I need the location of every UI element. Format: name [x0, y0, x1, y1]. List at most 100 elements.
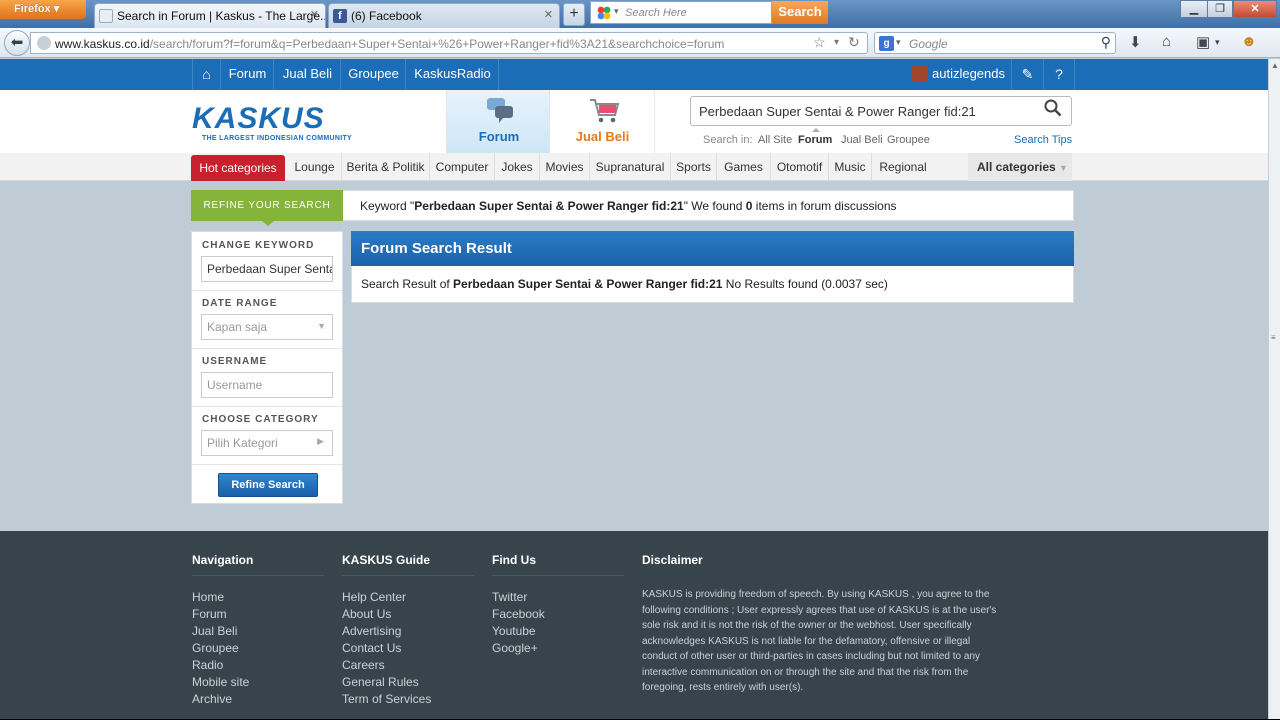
nav-forum[interactable]: Forum	[222, 59, 274, 90]
colorful-search-logo-icon	[596, 5, 612, 21]
footer-link-twitter[interactable]: Twitter	[492, 590, 527, 604]
nav-groupee[interactable]: Groupee	[342, 59, 406, 90]
footer-link-help-center[interactable]: Help Center	[342, 590, 406, 604]
footer-link-google-plus[interactable]: Google+	[492, 641, 538, 655]
toolbar-search-input[interactable]: ▾ Search Here	[590, 1, 772, 24]
maximize-window-button[interactable]: ❐	[1207, 0, 1233, 18]
footer-link-jual-beli[interactable]: Jual Beli	[192, 624, 237, 638]
tab-title: (6) Facebook	[351, 9, 422, 23]
user-avatar[interactable]	[912, 66, 928, 82]
search-option-jual-beli[interactable]: Jual Beli	[841, 134, 883, 146]
category-supranatural[interactable]: Supranatural	[590, 153, 671, 181]
edit-pencil-icon[interactable]: ✎	[1011, 59, 1043, 90]
footer-link-facebook[interactable]: Facebook	[492, 607, 545, 621]
history-dropdown-icon[interactable]: ▾	[834, 37, 839, 48]
category-otomotif[interactable]: Otomotif	[771, 153, 829, 181]
result-prefix: Search Result of	[361, 277, 454, 291]
refine-search-button[interactable]: Refine Search	[218, 473, 318, 497]
category-regional[interactable]: Regional	[872, 153, 934, 181]
home-icon[interactable]: ⌂	[1162, 33, 1171, 50]
category-music[interactable]: Music	[829, 153, 872, 181]
forum-chat-icon	[485, 96, 515, 124]
hot-categories-tab[interactable]: Hot categories	[191, 155, 285, 181]
username-input[interactable]: Username	[201, 372, 333, 398]
footer-findus-title: Find Us	[492, 553, 536, 567]
header-tab-forum[interactable]: Forum	[446, 90, 550, 153]
footer-link-advertising[interactable]: Advertising	[342, 624, 401, 638]
search-option-all-site[interactable]: All Site	[758, 134, 792, 146]
footer-link-contact-us[interactable]: Contact Us	[342, 641, 401, 655]
category-games[interactable]: Games	[717, 153, 771, 181]
help-icon[interactable]: ?	[1043, 59, 1075, 90]
firefox-menu-button[interactable]: Firefox ▾	[0, 0, 86, 19]
dropdown-arrow-icon: ▾	[614, 6, 619, 16]
footer-link-term-of-services[interactable]: Term of Services	[342, 692, 431, 706]
magnifier-icon[interactable]: ⚲	[1101, 34, 1111, 51]
category-sports[interactable]: Sports	[671, 153, 717, 181]
firefox-menu-label: Firefox	[14, 3, 51, 15]
nav-kaskusradio[interactable]: KaskusRadio	[407, 59, 499, 90]
divider	[192, 464, 342, 465]
search-option-forum[interactable]: Forum	[798, 134, 832, 146]
all-categories-dropdown[interactable]: All categories ▼	[968, 153, 1072, 181]
refine-your-search-label: REFINE YOUR SEARCH	[191, 190, 343, 221]
download-icon[interactable]: ⬇	[1129, 33, 1142, 51]
kaskus-logo[interactable]: KASKUS	[192, 102, 325, 136]
close-tab-icon[interactable]: ✕	[310, 8, 319, 21]
footer-link-careers[interactable]: Careers	[342, 658, 385, 672]
footer-link-groupee[interactable]: Groupee	[192, 641, 239, 655]
home-nav-button[interactable]: ⌂	[192, 59, 221, 90]
minimize-window-button[interactable]: ▁	[1180, 0, 1208, 18]
footer-link-general-rules[interactable]: General Rules	[342, 675, 419, 689]
footer-guide-title: KASKUS Guide	[342, 553, 431, 567]
facebook-favicon-icon: f	[333, 9, 347, 23]
browser-tab-facebook[interactable]: f (6) Facebook ✕	[328, 3, 560, 28]
reload-icon[interactable]: ↻	[848, 34, 860, 51]
result-query: Perbedaan Super Sentai & Power Ranger fi…	[453, 277, 723, 291]
engine-search-input[interactable]: g ▾ Google ⚲	[874, 32, 1116, 54]
category-lounge[interactable]: Lounge	[288, 153, 342, 181]
nav-jual-beli[interactable]: Jual Beli	[275, 59, 341, 90]
kaskus-header: KASKUS THE LARGEST INDONESIAN COMMUNITY …	[0, 90, 1268, 153]
disclaimer-text: KASKUS is providing freedom of speech. B…	[642, 589, 997, 693]
footer-link-radio[interactable]: Radio	[192, 658, 223, 672]
category-berita-politik[interactable]: Berita & Politik	[342, 153, 430, 181]
toolbar-search-button[interactable]: Search	[772, 1, 828, 24]
search-icon[interactable]	[1044, 99, 1062, 122]
bookmark-star-icon[interactable]: ☆	[813, 34, 826, 51]
back-button[interactable]: ⬅	[4, 30, 30, 56]
header-tab-jual-beli[interactable]: Jual Beli	[550, 90, 655, 153]
footer-link-mobile-site[interactable]: Mobile site	[192, 675, 249, 689]
scroll-up-arrow-icon[interactable]: ▲	[1271, 61, 1279, 70]
divider	[492, 575, 624, 576]
category-jokes[interactable]: Jokes	[495, 153, 540, 181]
back-arrow-icon: ⬅	[10, 34, 24, 51]
new-tab-button[interactable]: +	[563, 3, 585, 26]
bookmarks-icon[interactable]: ▣	[1196, 33, 1210, 51]
change-keyword-input[interactable]: Perbedaan Super Sentai & Power Ranger fi…	[201, 256, 333, 282]
keyword-mid: " We found	[683, 199, 746, 213]
category-computer[interactable]: Computer	[430, 153, 495, 181]
scroll-grip-icon[interactable]: ≡	[1271, 333, 1276, 342]
choose-category-select[interactable]: Pilih Kategori ▶	[201, 430, 333, 456]
choose-category-label: CHOOSE CATEGORY	[202, 414, 319, 425]
close-window-button[interactable]: ✕	[1233, 0, 1277, 18]
site-search-input[interactable]: Perbedaan Super Sentai & Power Ranger fi…	[690, 96, 1072, 126]
browser-tab-kaskus[interactable]: Search in Forum | Kaskus - The Large... …	[94, 3, 326, 28]
dropdown-arrow-icon[interactable]: ▾	[1215, 37, 1220, 48]
footer-link-home[interactable]: Home	[192, 590, 224, 604]
footer-link-archive[interactable]: Archive	[192, 692, 232, 706]
search-option-groupee[interactable]: Groupee	[887, 134, 930, 146]
footer-link-youtube[interactable]: Youtube	[492, 624, 536, 638]
address-bar[interactable]: www.kaskus.co.id/search/forum?f=forum&q=…	[30, 32, 868, 54]
site-identity-icon[interactable]	[37, 36, 51, 50]
search-tips-link[interactable]: Search Tips	[1014, 134, 1072, 146]
date-range-select[interactable]: Kapan saja ▼	[201, 314, 333, 340]
footer-link-forum[interactable]: Forum	[192, 607, 227, 621]
shopping-cart-icon	[588, 96, 622, 124]
addon-face-icon[interactable]: ☻	[1241, 33, 1257, 50]
close-tab-icon[interactable]: ✕	[544, 8, 553, 21]
category-movies[interactable]: Movies	[540, 153, 590, 181]
page-scrollbar[interactable]: ▲ ≡	[1268, 59, 1280, 720]
footer-link-about-us[interactable]: About Us	[342, 607, 391, 621]
